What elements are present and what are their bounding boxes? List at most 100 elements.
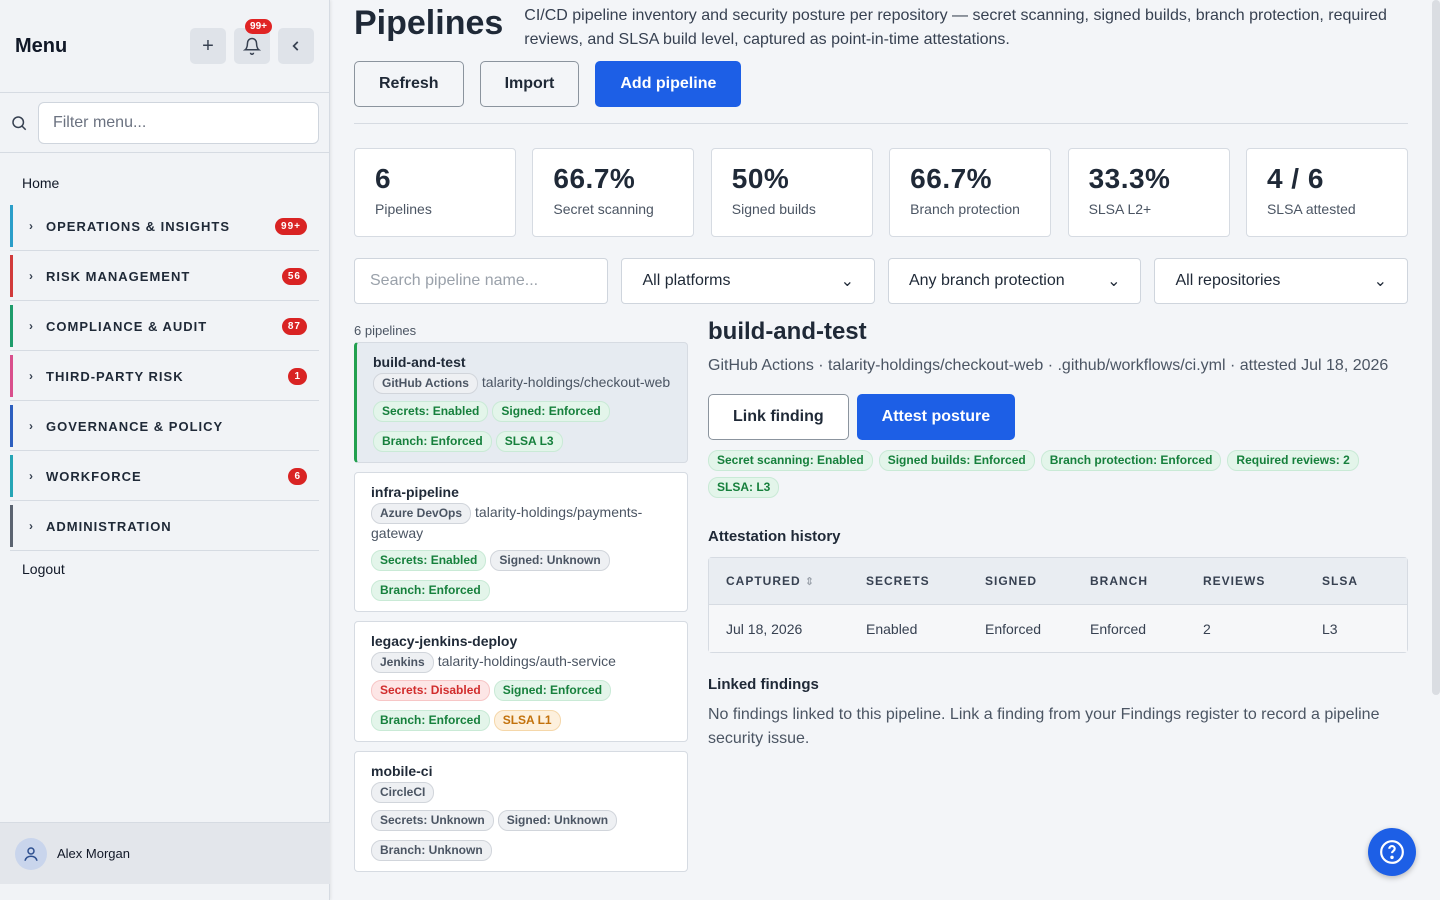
pipeline-name: legacy-jenkins-deploy [371,633,518,649]
sidebar-item-third-party-risk[interactable]: › THIRD-PARTY RISK 1 [10,355,319,401]
secrets-status-pill: Secrets: Enabled [371,550,487,571]
status-pills: Secrets: Enabled Signed: Enforced [373,397,671,424]
column-header-label: BRANCH [1090,574,1148,588]
count-badge: 6 [288,467,307,485]
pipeline-card[interactable]: mobile-ci CircleCI Secrets: Unknown Signed:… [354,751,688,872]
attest-posture-button[interactable]: Attest posture [856,394,1016,440]
stat-value: 66.7% [910,163,993,194]
table-header: CAPTURED ⇕ SECRETS SIGNED BRANCH REVIEWS SLSA [709,558,1407,605]
pipeline-name: infra-pipeline [371,484,459,500]
page-description: CI/CD pipeline inventory and security po… [524,7,1387,48]
status-pills: Branch: Unknown [371,836,671,863]
status-pills: Branch: Enforced SLSA L1 [371,706,671,733]
sidebar-item-operations-insights[interactable]: › OPERATIONS & INSIGHTS 99+ [10,205,319,251]
posture-pills: Secret scanning: Enabled Signed builds: E… [708,446,1408,500]
chevron-left-icon [292,41,299,51]
branch-protection-select[interactable]: Any branch protection ⌄ [887,258,1142,304]
repository-select[interactable]: All repositories ⌄ [1154,258,1408,304]
branch-status-pill: Branch: Enforced [371,710,490,731]
logout-link[interactable]: Logout [0,555,329,583]
notifications-button[interactable]: 99+ [234,19,272,64]
column-header-label: SLSA [1322,574,1359,588]
column-header-reviews: REVIEWS [1203,574,1322,588]
column-header-captured[interactable]: CAPTURED ⇕ [709,574,866,588]
table-cell: Jul 18, 2026 [726,620,803,637]
column-header-branch: BRANCH [1090,574,1203,588]
stat-label: Signed builds [731,201,816,217]
import-button[interactable]: Import [479,61,580,107]
sidebar-item-label: WORKFORCE [46,468,142,484]
stat-value: 50% [731,163,790,194]
refresh-button[interactable]: Refresh [354,61,464,107]
detail-subtitle: GitHub Actions · talarity-holdings/check… [708,357,1389,374]
posture-pill: Required reviews: 2 [1227,450,1359,471]
table-cell: Enabled [866,620,918,637]
link-finding-button[interactable]: Link finding [708,394,849,440]
sidebar-item-label: THIRD-PARTY RISK [46,368,184,384]
status-pills: Secrets: Disabled Signed: Enforced [371,676,671,703]
sidebar-item-compliance-audit[interactable]: › COMPLIANCE & AUDIT 87 [10,305,319,351]
sidebar-item-risk-management[interactable]: › RISK MANAGEMENT 56 [10,255,319,301]
sidebar-header: Menu + 99+ [0,0,329,93]
branch-status-pill: Branch: Unknown [371,840,492,861]
chevron-right-icon: › [29,519,34,533]
count-badge: 1 [288,367,307,385]
platform-badge: Jenkins [371,652,434,673]
add-button[interactable]: + [190,28,226,64]
platform-select[interactable]: All platforms ⌄ [621,258,875,304]
collapse-sidebar-button[interactable] [278,28,314,64]
attestation-table: CAPTURED ⇕ SECRETS SIGNED BRANCH REVIEWS SLSA… [708,557,1408,653]
sidebar-item-governance-policy[interactable]: › GOVERNANCE & POLICY [10,405,319,451]
platform-badge: GitHub Actions [373,373,478,394]
bell-icon [243,37,261,55]
chevron-right-icon: › [29,369,34,383]
filter-menu-input[interactable] [37,101,319,144]
pipeline-list: build-and-test GitHub Actions talarity-hol… [354,342,688,881]
secrets-status-pill: Secrets: Unknown [371,810,494,831]
table-cell: Enforced [1090,620,1147,637]
sidebar-item-administration[interactable]: › ADMINISTRATION [10,505,319,551]
signed-status-pill: Signed: Unknown [497,810,618,831]
sidebar-item-home[interactable]: Home [0,153,329,205]
pipeline-card[interactable]: legacy-jenkins-deploy Jenkins talarity-hol… [354,621,688,742]
slsa-level-pill: SLSA L1 [493,710,561,731]
pipeline-meta: GitHub Actions talarity-holdings/checkout… [373,373,671,394]
sidebar-item-workforce[interactable]: › WORKFORCE 6 [10,455,319,501]
stat-card: 4 / 6 SLSA attested [1245,148,1408,237]
chevron-right-icon: › [29,419,34,433]
secrets-status-pill: Secrets: Enabled [373,401,489,422]
question-icon [1380,840,1404,864]
user-name: Alex Morgan [57,846,130,861]
column-header-secrets: SECRETS [866,574,985,588]
stat-label: SLSA L2+ [1088,201,1152,217]
stat-card: 66.7% Branch protection [889,148,1052,237]
pipeline-detail: build-and-test GitHub Actions · talarity… [708,318,1408,751]
stat-card: 6 Pipelines [354,148,516,237]
stat-label: Pipelines [375,201,432,217]
chevron-right-icon: › [29,469,34,483]
posture-pill: Secret scanning: Enabled [708,450,873,471]
sidebar-item-label: ADMINISTRATION [46,518,172,534]
attestation-history-heading: Attestation history [708,528,841,545]
chevron-right-icon: › [29,219,34,233]
sidebar-item-label: OPERATIONS & INSIGHTS [46,218,230,234]
sidebar-item-label: COMPLIANCE & AUDIT [46,318,208,334]
signed-status-pill: Signed: Enforced [493,680,612,701]
search-icon [12,115,27,130]
sidebar-item-label: RISK MANAGEMENT [46,268,191,284]
add-pipeline-button[interactable]: Add pipeline [595,61,742,107]
pipeline-name: build-and-test [373,354,466,370]
help-button[interactable] [1368,828,1416,876]
pipeline-card[interactable]: build-and-test GitHub Actions talarity-hol… [354,342,688,463]
page-scrollbar[interactable] [1432,0,1440,695]
user-profile[interactable]: Alex Morgan [0,822,330,884]
stat-label: Secret scanning [553,201,654,217]
status-pills: Secrets: Unknown Signed: Unknown [371,806,671,833]
table-cell: Enforced [985,620,1042,637]
stat-value: 6 [375,163,392,194]
linked-findings-heading: Linked findings [708,676,819,693]
stats-row: 6 Pipelines 66.7% Secret scanning 50% Signed … [354,148,1408,237]
filter-bar: Search pipeline name... All platforms ⌄ A… [354,258,1408,304]
pipeline-card[interactable]: infra-pipeline Azure DevOps talarity-holdi… [354,472,688,612]
search-pipeline-input[interactable]: Search pipeline name... [354,258,609,304]
